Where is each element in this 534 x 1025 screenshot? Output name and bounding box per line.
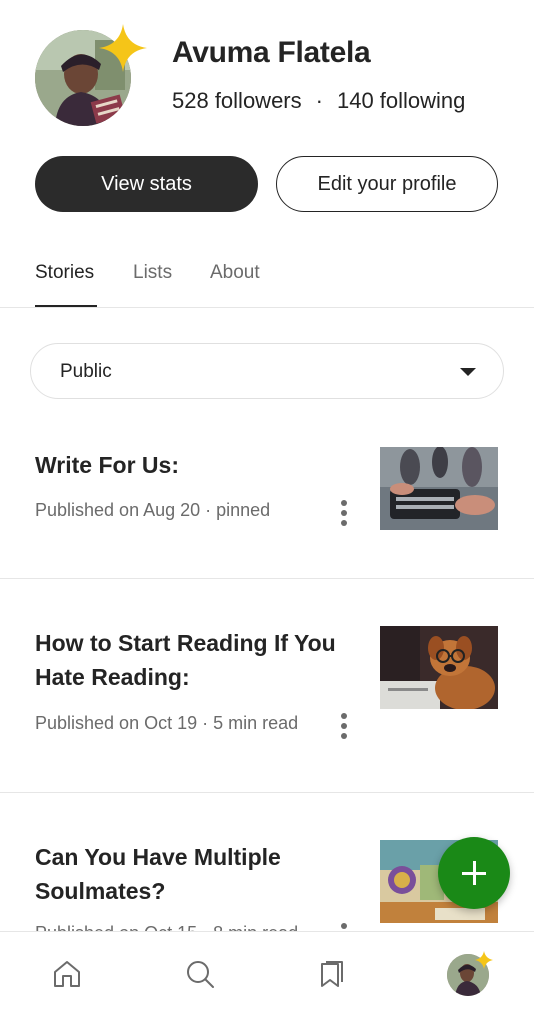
separator-dot: · <box>315 88 323 113</box>
story-title[interactable]: Can You Have Multiple Soulmates? <box>35 840 355 908</box>
edit-profile-button[interactable]: Edit your profile <box>276 156 498 212</box>
active-tab-indicator <box>35 305 97 307</box>
following-count[interactable]: 140 following <box>337 88 465 114</box>
profile-name: Avuma Flatela <box>172 36 371 69</box>
divider <box>0 792 534 793</box>
nav-home[interactable] <box>45 952 89 996</box>
star-badge-icon <box>99 24 147 72</box>
visibility-value: Public <box>60 361 112 382</box>
nav-search[interactable] <box>178 952 222 996</box>
followers-count[interactable]: 528 followers <box>172 88 302 114</box>
tab-stories[interactable]: Stories <box>35 262 94 284</box>
bottom-navigation <box>0 931 534 1025</box>
story-title[interactable]: How to Start Reading If You Hate Reading… <box>35 626 355 694</box>
story-thumbnail[interactable] <box>380 626 498 709</box>
star-badge-icon <box>475 951 493 969</box>
tab-about[interactable]: About <box>210 262 260 284</box>
nav-bookmarks[interactable] <box>310 952 354 996</box>
bookmarks-icon <box>321 961 343 987</box>
plus-icon <box>462 861 486 885</box>
story-meta: Published on Aug 20 · pinned <box>35 500 271 520</box>
search-icon <box>187 961 214 988</box>
more-options-icon[interactable] <box>336 713 352 739</box>
home-icon <box>54 961 80 987</box>
visibility-dropdown[interactable]: Public <box>30 343 504 399</box>
follow-stats: 528 followers · 140 following <box>172 88 465 114</box>
divider <box>0 578 534 579</box>
profile-header: Avuma Flatela 528 followers · 140 follow… <box>0 0 534 150</box>
tab-lists[interactable]: Lists <box>133 262 172 284</box>
caret-down-icon <box>460 368 476 376</box>
profile-tabs: Stories Lists About <box>0 250 534 308</box>
story-title[interactable]: Write For Us: <box>35 448 355 482</box>
more-options-icon[interactable] <box>336 500 352 526</box>
profile-avatar-wrapper[interactable] <box>35 24 147 126</box>
new-story-button[interactable] <box>438 837 510 909</box>
view-stats-button[interactable]: View stats <box>35 156 258 212</box>
story-thumbnail[interactable] <box>380 447 498 530</box>
story-meta: Published on Oct 19 · 5 min read <box>35 713 299 733</box>
